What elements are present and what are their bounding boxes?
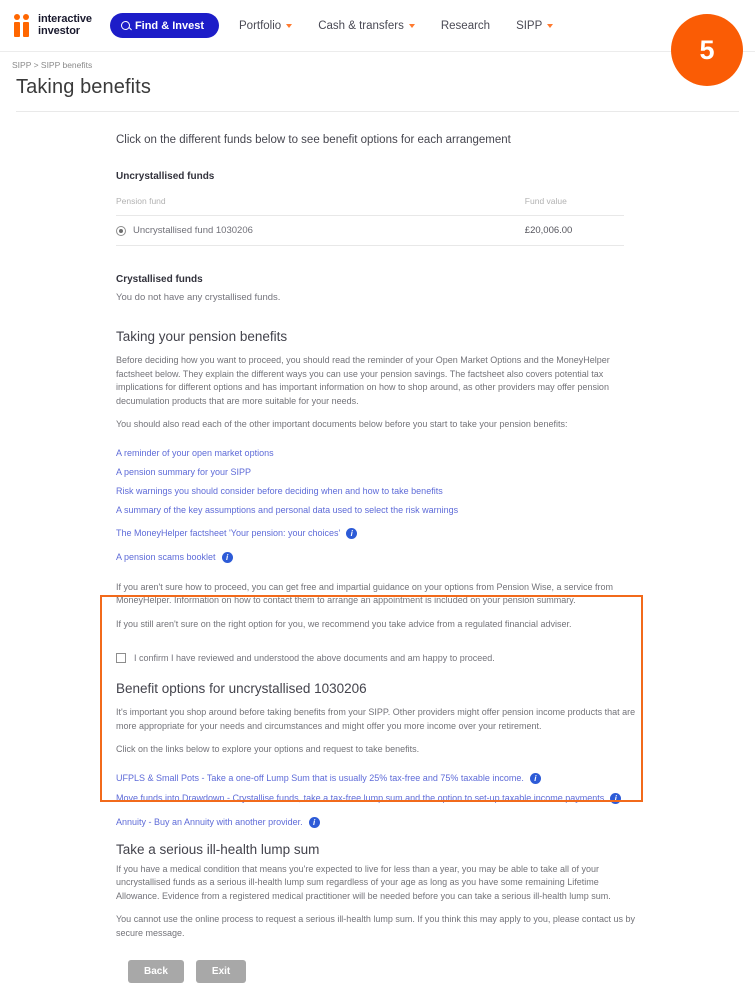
chevron-down-icon xyxy=(286,23,293,28)
funds-table: Pension fund Fund value Uncrystallised f… xyxy=(116,196,624,246)
crystallised-funds-text: You do not have any crystallised funds. xyxy=(116,292,281,303)
document-link-label: A pension summary for your SIPP xyxy=(116,466,252,477)
info-icon[interactable]: i xyxy=(308,816,320,828)
fund-value-cell: £20,006.00 xyxy=(276,215,624,246)
title-divider xyxy=(16,111,739,112)
nav-label-cash-transfers: Cash & transfers xyxy=(318,19,404,32)
confirm-documents-checkbox[interactable] xyxy=(116,653,126,663)
uncrystallised-funds-label: Uncrystallised funds xyxy=(116,171,215,182)
main-nav: Portfolio Cash & transfers Research SIPP xyxy=(239,19,554,32)
nav-item-portfolio[interactable]: Portfolio xyxy=(239,19,293,32)
crystallised-funds-label: Crystallised funds xyxy=(116,274,203,285)
breadcrumb[interactable]: SIPP > SIPP benefits xyxy=(0,52,755,70)
benefit-options-paragraph-2: Click on the links below to explore your… xyxy=(116,744,420,754)
interactive-investor-logo[interactable]: interactive investor xyxy=(14,13,92,37)
document-link-label: A pension scams booklet xyxy=(116,551,216,562)
document-link-label: The MoneyHelper factsheet 'Your pension:… xyxy=(116,527,341,538)
benefit-option-label: UFPLS & Small Pots - Take a one-off Lump… xyxy=(116,772,524,783)
table-header-row: Pension fund Fund value xyxy=(116,196,624,216)
content-column: Click on the different funds below to se… xyxy=(116,134,636,983)
table-row[interactable]: Uncrystallised fund 1030206 £20,006.00 xyxy=(116,215,624,246)
document-link-label: A reminder of your open market options xyxy=(116,447,274,458)
intro-paragraph-2: You should also read each of the other i… xyxy=(116,419,568,429)
fund-radio-button[interactable] xyxy=(116,225,126,236)
list-item[interactable]: A summary of the key assumptions and per… xyxy=(116,505,636,515)
back-button[interactable]: Back xyxy=(128,960,184,983)
confirm-documents-row[interactable]: I confirm I have reviewed and understood… xyxy=(116,653,636,663)
benefit-option-drawdown[interactable]: Move funds into Drawdown - Crystallise f… xyxy=(116,792,636,804)
nav-item-cash-transfers[interactable]: Cash & transfers xyxy=(318,20,415,32)
list-item[interactable]: The MoneyHelper factsheet 'Your pension:… xyxy=(116,527,636,539)
column-header-pension-fund: Pension fund xyxy=(116,196,166,206)
nav-item-sipp[interactable]: SIPP xyxy=(516,19,554,32)
document-link-label: A summary of the key assumptions and per… xyxy=(116,504,459,515)
nav-item-research[interactable]: Research xyxy=(441,20,490,32)
info-icon[interactable]: i xyxy=(221,551,233,563)
benefit-options-paragraph-1: It's important you shop around before ta… xyxy=(116,707,636,731)
chevron-down-icon xyxy=(547,23,554,28)
document-link-label: Risk warnings you should consider before… xyxy=(116,485,443,496)
benefit-option-annuity[interactable]: Annuity - Buy an Annuity with another pr… xyxy=(116,816,636,828)
lead-instruction: Click on the different funds below to se… xyxy=(116,134,511,146)
fund-name-label: Uncrystallised fund 1030206 xyxy=(133,225,253,236)
guidance-paragraph-1: If you aren't sure how to proceed, you c… xyxy=(116,581,613,606)
logo-icon xyxy=(14,14,32,37)
find-and-invest-label: Find & Invest xyxy=(134,19,204,32)
logo-wordmark: interactive investor xyxy=(38,13,92,37)
benefit-option-label: Annuity - Buy an Annuity with another pr… xyxy=(116,816,303,827)
nav-label-research: Research xyxy=(440,19,491,32)
page-title: Taking benefits xyxy=(16,76,151,98)
list-item[interactable]: A reminder of your open market options xyxy=(116,448,636,458)
intro-paragraph-1: Before deciding how you want to proceed,… xyxy=(116,355,610,406)
benefit-option-ufpls[interactable]: UFPLS & Small Pots - Take a one-off Lump… xyxy=(116,772,636,784)
guidance-paragraph-2: If you still aren't sure on the right op… xyxy=(116,618,572,629)
benefit-options-links: UFPLS & Small Pots - Take a one-off Lump… xyxy=(116,772,636,828)
confirm-documents-label: I confirm I have reviewed and understood… xyxy=(134,653,495,663)
chevron-down-icon xyxy=(408,23,415,28)
ill-health-paragraph-1: If you have a medical condition that mea… xyxy=(116,863,611,901)
info-icon[interactable]: i xyxy=(529,772,541,784)
logo-line-2: investor xyxy=(38,24,80,37)
list-item[interactable]: A pension scams booklet i xyxy=(116,551,636,563)
list-item[interactable]: Risk warnings you should consider before… xyxy=(116,486,636,496)
column-header-fund-value: Fund value xyxy=(524,196,567,206)
nav-label-portfolio: Portfolio xyxy=(239,19,282,32)
top-navigation-bar: interactive investor Find & Invest Portf… xyxy=(0,0,755,86)
ill-health-heading: Take a serious ill-health lump sum xyxy=(116,841,320,857)
exit-button[interactable]: Exit xyxy=(195,960,247,983)
info-icon[interactable]: i xyxy=(346,527,358,539)
logo-line-1: interactive xyxy=(38,13,92,25)
fund-name-cell: Uncrystallised fund 1030206 xyxy=(116,215,277,246)
page-content: Click on the different funds below to se… xyxy=(0,134,755,983)
info-icon[interactable]: i xyxy=(610,792,622,804)
document-links-list: A reminder of your open market options A… xyxy=(116,448,636,563)
form-actions: Back Exit xyxy=(128,960,636,983)
step-number-badge: 5 xyxy=(671,14,743,86)
search-icon xyxy=(120,21,130,30)
taking-pension-benefits-heading: Taking your pension benefits xyxy=(116,329,288,344)
benefit-option-label: Move funds into Drawdown - Crystallise f… xyxy=(116,792,605,803)
benefit-options-heading: Benefit options for uncrystallised 10302… xyxy=(116,681,367,696)
find-and-invest-button[interactable]: Find & Invest xyxy=(109,13,219,38)
list-item[interactable]: A pension summary for your SIPP xyxy=(116,467,636,477)
nav-label-sipp: SIPP xyxy=(516,19,543,32)
